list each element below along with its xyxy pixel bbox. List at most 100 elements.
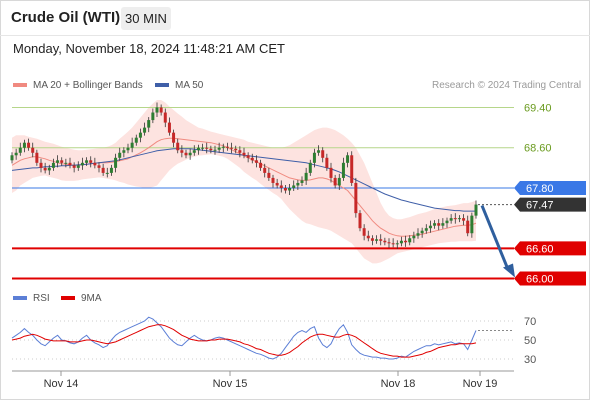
candle-up	[470, 215, 474, 234]
resistance-label: 69.40	[524, 103, 552, 115]
candle-up	[213, 149, 217, 151]
candle-down	[379, 239, 383, 241]
candle-down	[159, 107, 163, 113]
candle-up	[337, 177, 341, 186]
candle-up	[433, 223, 437, 226]
candle-up	[130, 142, 134, 148]
candle-down	[97, 165, 101, 168]
candle-down	[279, 185, 283, 188]
candle-down	[370, 238, 374, 241]
candle-down	[350, 155, 354, 183]
candle-up	[22, 142, 26, 148]
candle-up	[10, 155, 14, 161]
candle-up	[408, 238, 412, 243]
candle-down	[271, 177, 275, 183]
candle-up	[155, 107, 159, 113]
candle-up	[304, 172, 308, 181]
candle-up	[296, 182, 300, 186]
candle-down	[329, 167, 333, 178]
candle-down	[35, 152, 39, 163]
candle-down	[354, 182, 358, 214]
candle-down	[391, 243, 395, 245]
candle-up	[64, 162, 68, 164]
candle-down	[387, 242, 391, 244]
candle-up	[192, 150, 196, 153]
candle-down	[362, 228, 366, 236]
candle-down	[60, 160, 64, 163]
candle-up	[317, 150, 321, 153]
x-tick-label: Nov 15	[213, 378, 248, 390]
candle-up	[196, 147, 200, 151]
candle-up	[399, 240, 403, 244]
support-label: 66.60	[526, 243, 554, 255]
candle-down	[325, 157, 329, 168]
rsi-tick-label: 30	[524, 354, 536, 366]
candle-up	[346, 155, 350, 163]
resistance-label: 68.60	[524, 143, 552, 155]
candle-down	[230, 147, 234, 149]
rsi-line	[11, 316, 477, 360]
rsi-ma-line	[11, 324, 477, 358]
candle-up	[118, 152, 122, 158]
candle-down	[333, 177, 337, 186]
candle-down	[39, 162, 43, 168]
candle-up	[217, 147, 221, 150]
candle-down	[238, 150, 242, 153]
candle-down	[466, 220, 470, 234]
candle-up	[188, 152, 192, 156]
candle-down	[209, 148, 213, 151]
pivot-label: 67.80	[526, 183, 554, 195]
candle-up	[80, 162, 84, 166]
candle-down	[89, 160, 93, 163]
projection-arrow-head	[503, 263, 515, 278]
candle-down	[205, 147, 209, 149]
last-price-label: 67.47	[526, 200, 554, 212]
rsi-tick-label: 50	[524, 335, 536, 347]
price-chart-svg: 69.40 68.60 67.80 67.47 66.60 66.00 70 50 30 Nov …	[10, 100, 586, 390]
candle-up	[126, 147, 130, 151]
candle-down	[453, 218, 457, 220]
candle-up	[138, 132, 142, 138]
bollinger-band-area	[12, 100, 476, 264]
candle-down	[167, 122, 171, 133]
candle-down	[267, 172, 271, 178]
candle-up	[449, 218, 453, 221]
candle-down	[383, 240, 387, 243]
candle-up	[375, 239, 379, 241]
candle-up	[109, 167, 113, 173]
candle-up	[47, 167, 51, 171]
candle-down	[254, 160, 258, 163]
candle-up	[292, 185, 296, 188]
candle-up	[51, 162, 55, 168]
candle-down	[366, 235, 370, 239]
candle-down	[176, 142, 180, 151]
candle-up	[312, 152, 316, 163]
candle-down	[321, 150, 325, 158]
candle-down	[242, 152, 246, 156]
candle-up	[14, 152, 18, 156]
candle-up	[428, 225, 432, 229]
rsi-tick-label: 70	[524, 316, 536, 328]
candle-down	[68, 162, 72, 166]
candle-down	[225, 146, 229, 148]
candle-down	[263, 167, 267, 173]
candle-down	[31, 147, 35, 153]
candle-up	[221, 146, 225, 148]
candle-down	[43, 167, 47, 171]
candle-up	[122, 150, 126, 153]
x-tick-label: Nov 19	[463, 378, 498, 390]
candle-down	[172, 132, 176, 143]
candle-up	[457, 218, 461, 220]
support-label: 66.00	[526, 274, 554, 286]
candle-up	[395, 243, 399, 245]
candle-up	[105, 172, 109, 174]
candle-up	[424, 228, 428, 231]
candle-up	[134, 137, 138, 143]
candle-down	[180, 150, 184, 153]
projection-arrow-line	[480, 205, 510, 271]
candle-down	[163, 112, 167, 123]
candle-down	[93, 162, 97, 166]
candle-up	[114, 157, 118, 168]
candle-up	[412, 235, 416, 239]
candle-up	[474, 204, 478, 216]
